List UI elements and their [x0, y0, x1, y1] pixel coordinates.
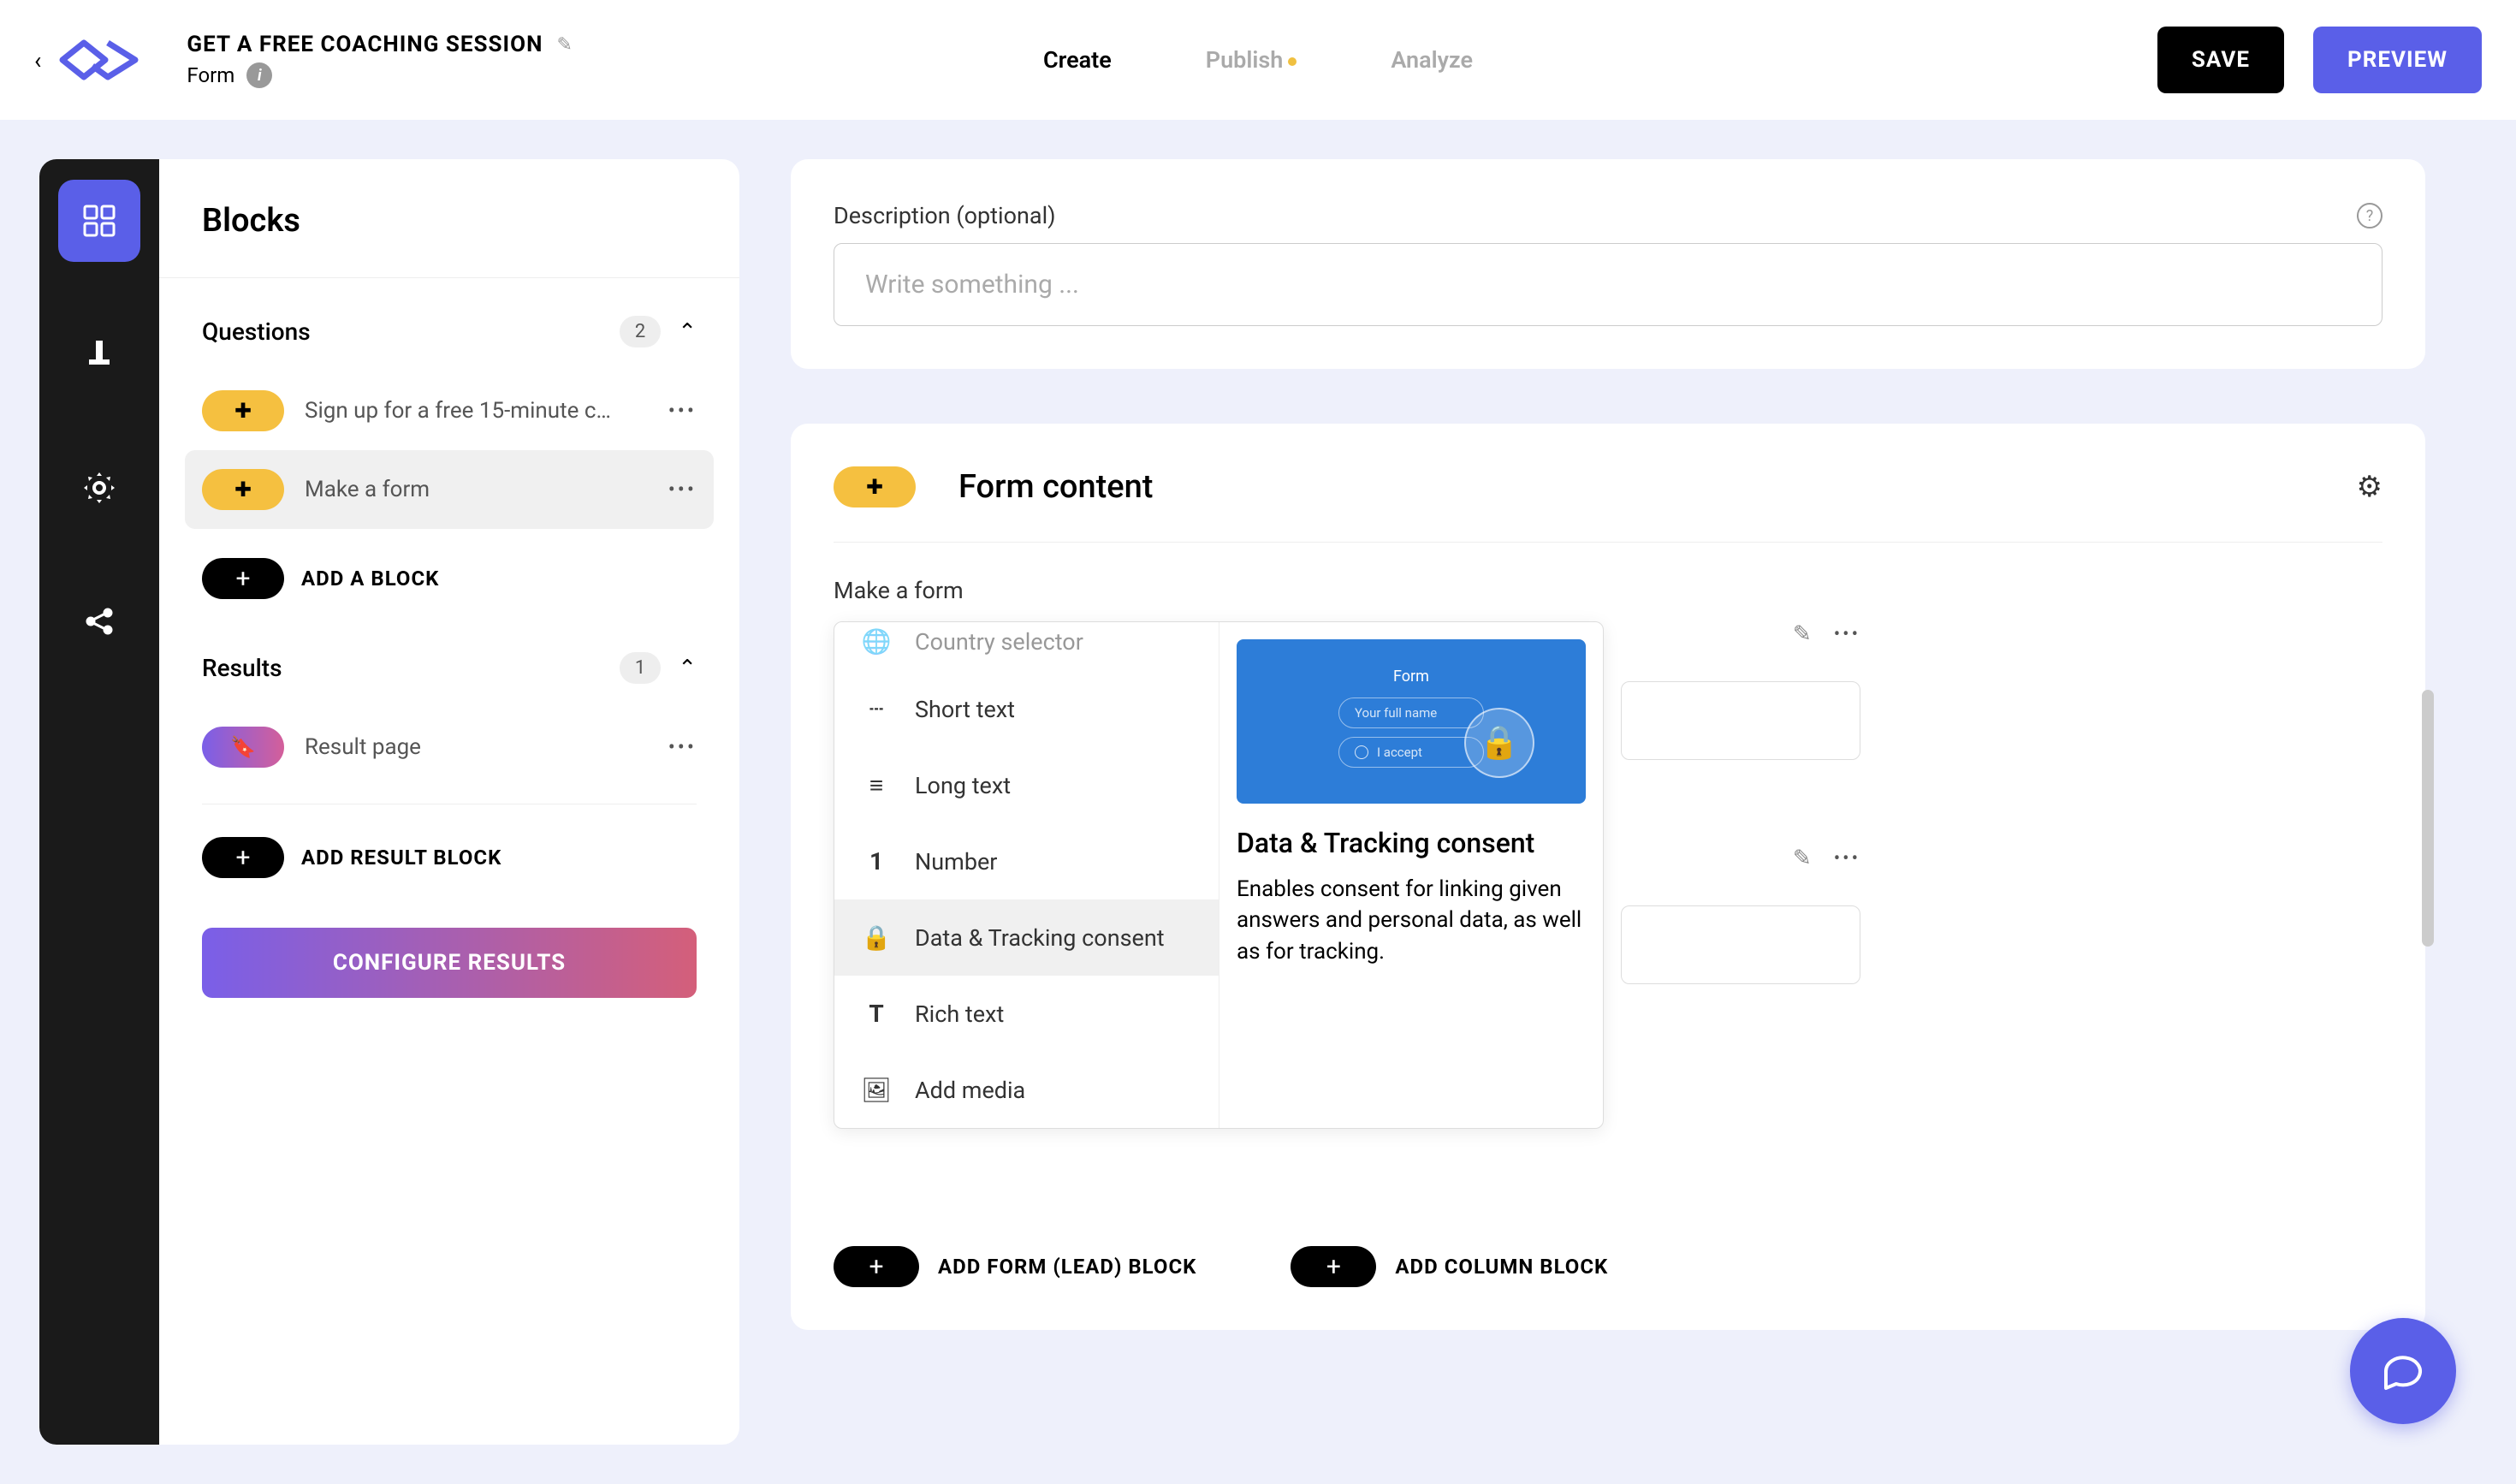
block-more-icon[interactable]: ••• [668, 399, 697, 423]
preview-button[interactable]: PREVIEW [2313, 27, 2482, 93]
scrollbar-thumb[interactable] [2422, 690, 2434, 947]
help-icon[interactable]: ? [2357, 203, 2382, 229]
description-label: Description (optional) [834, 202, 1056, 229]
edit-field-icon[interactable]: ✎ [1793, 846, 1812, 871]
question-block-item[interactable]: ✚ Sign up for a free 15-minute c… ••• [185, 371, 714, 450]
block-label: Make a form [305, 477, 668, 502]
chat-fab-button[interactable] [2350, 1318, 2456, 1424]
preview-illustration: Form Your full name I accept 🔒 [1237, 639, 1586, 804]
section-results-header[interactable]: Results 1 ⌃ [159, 614, 739, 708]
rail-share-icon[interactable] [58, 580, 140, 662]
form-block-icon: ✚ [202, 469, 284, 510]
dropdown-item-consent[interactable]: 🔒 Data & Tracking consent [834, 899, 1219, 976]
page-title: GET A FREE COACHING SESSION [187, 32, 543, 57]
panel-title: Blocks [159, 202, 739, 278]
tab-publish[interactable]: Publish [1206, 46, 1297, 74]
add-result-label: ADD RESULT BLOCK [301, 846, 501, 870]
number-icon: 1 [862, 847, 891, 876]
publish-dot-icon [1288, 57, 1297, 66]
save-button[interactable]: SAVE [2157, 27, 2284, 93]
question-block-item[interactable]: ✚ Make a form ••• [185, 450, 714, 529]
dropdown-item-media[interactable]: 🖼 Add media [834, 1052, 1219, 1128]
block-label: Sign up for a free 15-minute c… [305, 398, 668, 424]
form-content-card: ✚ Form content ⚙ Make a form 🌐 Country s… [791, 424, 2425, 1330]
lines-icon: ≡ [862, 771, 891, 799]
block-more-icon[interactable]: ••• [668, 478, 697, 502]
app-header: ‹ GET A FREE COACHING SESSION ✎ Form i C… [0, 0, 2516, 120]
dropdown-list[interactable]: 🌐 Country selector ┄ Short text ≡ Long t… [834, 622, 1219, 1128]
section-questions-title: Questions [202, 318, 311, 346]
preview-accept-row: I accept [1338, 737, 1484, 768]
field-type-dropdown: 🌐 Country selector ┄ Short text ≡ Long t… [834, 621, 1604, 1129]
configure-results-button[interactable]: CONFIGURE RESULTS [202, 928, 697, 998]
description-input[interactable] [834, 243, 2382, 326]
add-form-lead-label: ADD FORM (LEAD) BLOCK [938, 1255, 1196, 1279]
add-column-label: ADD COLUMN BLOCK [1395, 1255, 1608, 1279]
dropdown-item-rich-text[interactable]: T Rich text [834, 976, 1219, 1052]
tab-create[interactable]: Create [1043, 46, 1112, 74]
dash-icon: ┄ [862, 695, 891, 723]
back-chevron-icon[interactable]: ‹ [34, 46, 41, 74]
dropdown-preview: Form Your full name I accept 🔒 Data & Tr… [1219, 622, 1603, 1128]
rail-design-icon[interactable] [58, 313, 140, 395]
globe-icon: 🌐 [862, 627, 891, 656]
add-result-block-button[interactable]: + ADD RESULT BLOCK [185, 822, 714, 893]
form-fields-column: ✎ ••• ✎ ••• [1621, 621, 1860, 984]
description-card: Description (optional) ? [791, 159, 2425, 369]
results-count-badge: 1 [620, 652, 661, 684]
plus-icon: + [202, 837, 284, 878]
form-field-input[interactable] [1621, 681, 1860, 760]
add-block-label: ADD A BLOCK [301, 567, 439, 591]
dropdown-item-number[interactable]: 1 Number [834, 823, 1219, 899]
form-subtitle: Make a form [834, 543, 2382, 621]
form-card-title: Form content [958, 468, 1153, 506]
rail-blocks-icon[interactable] [58, 180, 140, 262]
info-icon[interactable]: i [246, 62, 272, 88]
sidebar-rail [39, 159, 159, 1445]
app-logo[interactable] [58, 30, 144, 90]
field-more-icon[interactable]: ••• [1834, 624, 1860, 645]
sidebar-panel: Blocks Questions 2 ⌃ ✚ Sign up for a fre… [159, 159, 739, 1445]
lock-icon: 🔒 [862, 923, 891, 952]
tab-analyze[interactable]: Analyze [1391, 46, 1473, 74]
dropdown-item-country[interactable]: 🌐 Country selector [834, 622, 1219, 671]
form-field-input[interactable] [1621, 905, 1860, 984]
rail-settings-icon[interactable] [58, 447, 140, 529]
result-block-icon: 🔖 [202, 727, 284, 768]
add-block-button[interactable]: + ADD A BLOCK [185, 543, 714, 614]
plus-icon: + [1291, 1246, 1376, 1287]
title-area: GET A FREE COACHING SESSION ✎ Form i [187, 32, 572, 88]
block-label: Result page [305, 734, 668, 760]
radio-icon [1355, 745, 1368, 759]
block-more-icon[interactable]: ••• [668, 735, 697, 759]
chevron-up-icon[interactable]: ⌃ [678, 319, 697, 345]
field-more-icon[interactable]: ••• [1834, 848, 1860, 870]
plus-icon: + [202, 558, 284, 599]
add-column-button[interactable]: + ADD COLUMN BLOCK [1291, 1246, 1608, 1287]
lock-badge-icon: 🔒 [1464, 708, 1534, 778]
preview-title: Data & Tracking consent [1237, 826, 1586, 860]
edit-title-icon[interactable]: ✎ [556, 34, 572, 56]
preview-field: Your full name [1338, 697, 1484, 728]
gear-icon[interactable]: ⚙ [2357, 470, 2382, 504]
form-block-icon: ✚ [202, 390, 284, 431]
content-area: Description (optional) ? ✚ Form content … [739, 159, 2477, 1445]
nav-tabs: Create Publish Analyze [1043, 46, 1473, 74]
preview-description: Enables consent for linking given answer… [1237, 874, 1586, 967]
image-icon: 🖼 [862, 1076, 891, 1104]
preview-form-label: Form [1393, 668, 1429, 686]
text-icon: T [862, 1000, 891, 1028]
page-subtitle: Form [187, 63, 234, 87]
plus-icon: + [834, 1246, 919, 1287]
questions-count-badge: 2 [620, 316, 661, 347]
dropdown-item-long-text[interactable]: ≡ Long text [834, 747, 1219, 823]
edit-field-icon[interactable]: ✎ [1793, 621, 1812, 647]
result-block-item[interactable]: 🔖 Result page ••• [185, 708, 714, 787]
dropdown-item-short-text[interactable]: ┄ Short text [834, 671, 1219, 747]
section-questions-header[interactable]: Questions 2 ⌃ [159, 278, 739, 371]
add-form-lead-button[interactable]: + ADD FORM (LEAD) BLOCK [834, 1246, 1196, 1287]
chevron-up-icon[interactable]: ⌃ [678, 656, 697, 681]
form-block-icon: ✚ [834, 466, 916, 508]
section-results-title: Results [202, 654, 282, 682]
